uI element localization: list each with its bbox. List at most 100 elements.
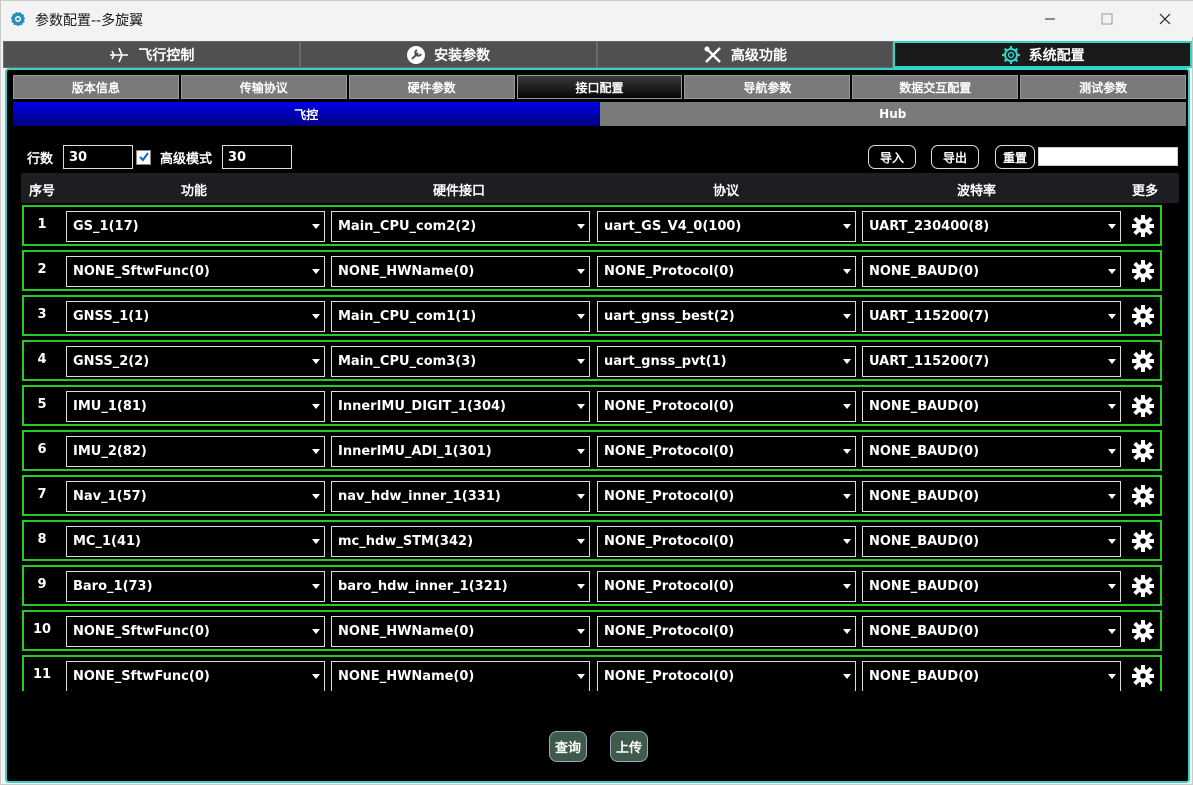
export-button[interactable]: 导出 xyxy=(931,145,979,169)
protocol-select[interactable]: uart_gnss_pvt(1) xyxy=(597,346,856,377)
protocol-select[interactable]: uart_GS_V4_0(100) xyxy=(597,211,856,242)
hw-interface-select[interactable]: NONE_HWName(0) xyxy=(331,256,590,287)
function-select[interactable]: NONE_SftwFunc(0) xyxy=(66,661,325,691)
function-select[interactable]: GNSS_1(1) xyxy=(66,301,325,332)
settings-gear-icon[interactable] xyxy=(1132,485,1154,507)
tab-flight-controller[interactable]: 飞控 xyxy=(13,102,600,126)
function-value: NONE_SftwFunc(0) xyxy=(73,264,210,279)
function-select[interactable]: Baro_1(73) xyxy=(66,571,325,602)
function-select[interactable]: IMU_2(82) xyxy=(66,436,325,467)
dropdown-arrow-icon xyxy=(312,314,320,319)
function-select[interactable]: IMU_1(81) xyxy=(66,391,325,422)
subtab-nav-params[interactable]: 导航参数 xyxy=(684,75,851,99)
baud-select[interactable]: NONE_BAUD(0) xyxy=(862,256,1121,287)
baud-select[interactable]: NONE_BAUD(0) xyxy=(862,481,1121,512)
protocol-select[interactable]: NONE_Protocol(0) xyxy=(597,571,856,602)
hw-interface-select[interactable]: nav_hdw_inner_1(331) xyxy=(331,481,590,512)
function-value: GNSS_1(1) xyxy=(73,309,150,324)
protocol-select[interactable]: uart_gnss_best(2) xyxy=(597,301,856,332)
dropdown-arrow-icon xyxy=(843,539,851,544)
reset-button[interactable]: 重置 xyxy=(995,145,1035,169)
hw-interface-select[interactable]: Main_CPU_com1(1) xyxy=(331,301,590,332)
baud-select[interactable]: NONE_BAUD(0) xyxy=(862,571,1121,602)
tab-install-params[interactable]: 安装参数 xyxy=(299,41,597,68)
maximize-icon xyxy=(1101,13,1113,25)
subtab-hardware-params[interactable]: 硬件参数 xyxy=(348,75,515,99)
function-select[interactable]: GNSS_2(2) xyxy=(66,346,325,377)
hw-interface-select[interactable]: Main_CPU_com3(3) xyxy=(331,346,590,377)
function-select[interactable]: NONE_SftwFunc(0) xyxy=(66,256,325,287)
hw-interface-select[interactable]: InnerIMU_DIGIT_1(304) xyxy=(331,391,590,422)
maximize-button[interactable] xyxy=(1084,1,1130,37)
tab-hub[interactable]: Hub xyxy=(599,102,1186,126)
protocol-select[interactable]: NONE_Protocol(0) xyxy=(597,661,856,691)
protocol-value: NONE_Protocol(0) xyxy=(604,624,735,639)
hw-interface-select[interactable]: Main_CPU_com2(2) xyxy=(331,211,590,242)
search-input[interactable] xyxy=(1038,147,1178,166)
upload-button[interactable]: 上传 xyxy=(610,731,648,762)
subtab-test-params[interactable]: 测试参数 xyxy=(1020,75,1187,99)
tab-advanced[interactable]: 高级功能 xyxy=(596,41,894,68)
baud-value: NONE_BAUD(0) xyxy=(869,624,980,639)
dropdown-arrow-icon xyxy=(312,629,320,634)
settings-gear-icon[interactable] xyxy=(1132,440,1154,462)
tab-flight-control[interactable]: 飞行控制 xyxy=(3,41,300,68)
window-title: 参数配置--多旋翼 xyxy=(35,13,144,29)
table-row: 10 NONE_SftwFunc(0) NONE_HWName(0) NONE_… xyxy=(22,610,1162,651)
dropdown-arrow-icon xyxy=(577,449,585,454)
subtab-data-exchange[interactable]: 数据交互配置 xyxy=(852,75,1019,99)
subtab-interface-config[interactable]: 接口配置 xyxy=(516,75,683,99)
function-select[interactable]: Nav_1(57) xyxy=(66,481,325,512)
rows-input[interactable]: 30 xyxy=(63,145,133,169)
baud-select[interactable]: UART_230400(8) xyxy=(862,211,1121,242)
advanced-mode-input[interactable]: 30 xyxy=(222,145,292,169)
protocol-select[interactable]: NONE_Protocol(0) xyxy=(597,481,856,512)
protocol-select[interactable]: NONE_Protocol(0) xyxy=(597,526,856,557)
function-select[interactable]: GS_1(17) xyxy=(66,211,325,242)
query-button[interactable]: 查询 xyxy=(549,731,587,762)
advanced-mode-checkbox[interactable] xyxy=(136,149,151,165)
settings-gear-icon[interactable] xyxy=(1132,620,1154,642)
settings-gear-icon[interactable] xyxy=(1132,350,1154,372)
hw-interface-select[interactable]: InnerIMU_ADI_1(301) xyxy=(331,436,590,467)
baud-select[interactable]: UART_115200(7) xyxy=(862,346,1121,377)
protocol-select[interactable]: NONE_Protocol(0) xyxy=(597,256,856,287)
protocol-select[interactable]: NONE_Protocol(0) xyxy=(597,616,856,647)
settings-gear-icon[interactable] xyxy=(1132,665,1154,687)
protocol-select[interactable]: NONE_Protocol(0) xyxy=(597,391,856,422)
settings-gear-icon[interactable] xyxy=(1132,575,1154,597)
baud-select[interactable]: NONE_BAUD(0) xyxy=(862,661,1121,691)
settings-gear-icon[interactable] xyxy=(1132,395,1154,417)
dropdown-arrow-icon xyxy=(843,674,851,679)
baud-select[interactable]: NONE_BAUD(0) xyxy=(862,391,1121,422)
protocol-select[interactable]: NONE_Protocol(0) xyxy=(597,436,856,467)
hw-interface-select[interactable]: baro_hdw_inner_1(321) xyxy=(331,571,590,602)
protocol-value: uart_gnss_pvt(1) xyxy=(604,354,727,369)
hw-interface-select[interactable]: NONE_HWName(0) xyxy=(331,661,590,691)
hw-value: Main_CPU_com1(1) xyxy=(338,309,477,324)
baud-select[interactable]: NONE_BAUD(0) xyxy=(862,616,1121,647)
hw-interface-select[interactable]: mc_hdw_STM(342) xyxy=(331,526,590,557)
subtab-transport-protocol[interactable]: 传输协议 xyxy=(180,75,347,99)
dropdown-arrow-icon xyxy=(843,629,851,634)
subtab-version[interactable]: 版本信息 xyxy=(13,75,179,99)
function-select[interactable]: MC_1(41) xyxy=(66,526,325,557)
baud-select[interactable]: UART_115200(7) xyxy=(862,301,1121,332)
settings-gear-icon[interactable] xyxy=(1132,305,1154,327)
tab-system-config[interactable]: 系统配置 xyxy=(893,41,1192,68)
import-button[interactable]: 导入 xyxy=(868,145,916,169)
settings-gear-icon[interactable] xyxy=(1132,215,1154,237)
minimize-button[interactable] xyxy=(1027,1,1073,37)
hw-value: NONE_HWName(0) xyxy=(338,624,475,639)
sub-tabs: 版本信息 传输协议 硬件参数 接口配置 导航参数 数据交互配置 测试参数 xyxy=(13,75,1187,99)
settings-gear-icon[interactable] xyxy=(1132,260,1154,282)
function-select[interactable]: NONE_SftwFunc(0) xyxy=(66,616,325,647)
airplane-icon xyxy=(110,47,129,62)
baud-select[interactable]: NONE_BAUD(0) xyxy=(862,526,1121,557)
hw-interface-select[interactable]: NONE_HWName(0) xyxy=(331,616,590,647)
close-button[interactable] xyxy=(1142,1,1188,37)
baud-select[interactable]: NONE_BAUD(0) xyxy=(862,436,1121,467)
dropdown-arrow-icon xyxy=(1108,584,1116,589)
settings-gear-icon[interactable] xyxy=(1132,530,1154,552)
hw-value: Main_CPU_com2(2) xyxy=(338,219,477,234)
